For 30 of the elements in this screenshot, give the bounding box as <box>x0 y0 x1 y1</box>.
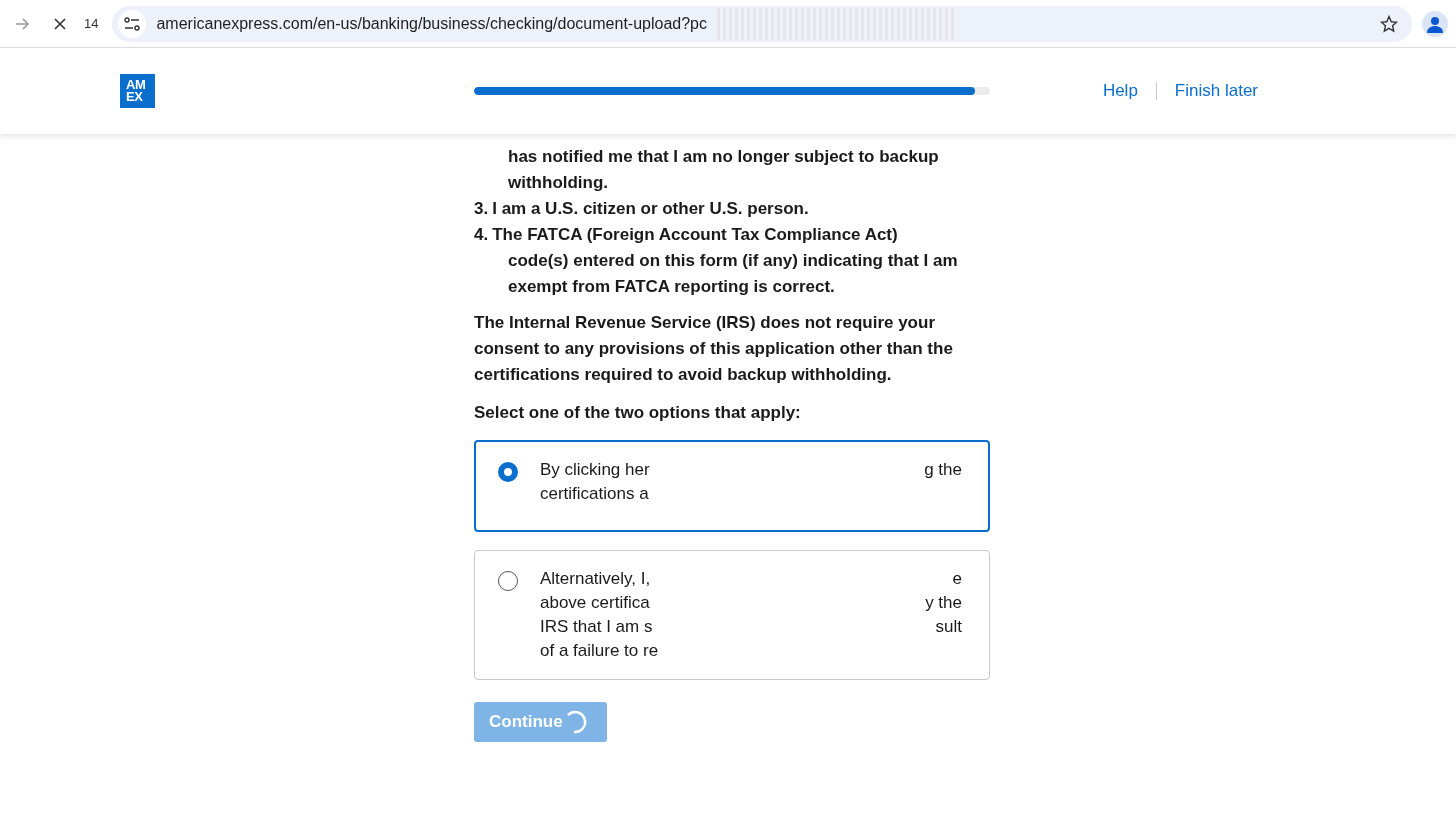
options-prompt: Select one of the two options that apply: <box>474 402 802 424</box>
option-text: of a failure to re <box>540 640 659 662</box>
option-card[interactable]: By clicking her g the certifications a <box>474 440 990 532</box>
option-text: above certifica <box>540 592 650 614</box>
option-text: Alternatively, I, <box>540 568 651 590</box>
option-text: IRS that I am s <box>540 616 653 638</box>
radio-button[interactable] <box>498 462 518 482</box>
list-number: 4. <box>474 225 490 244</box>
irs-note: The Internal Revenue Service (IRS) does not require your consent to any provisions of this application other than the certifications required to avoid backup withholding. <box>474 312 954 386</box>
option-text: certifications a <box>540 483 649 505</box>
option-text: sult <box>935 616 962 638</box>
help-link[interactable]: Help <box>1102 81 1138 101</box>
profile-icon[interactable] <box>1422 10 1448 37</box>
option-text: g the <box>924 459 962 481</box>
list-number: 3. <box>474 199 490 218</box>
radio-button[interactable] <box>498 571 518 591</box>
certification-text: I am a U.S. citizen or other U.S. person. <box>492 199 809 218</box>
certification-text: The FATCA (Foreign Account Tax Compliance Act) code(s) entered on this form (if any) indicating that I am exempt from FATCA reporting is correct. <box>492 225 958 296</box>
logo[interactable]: AM EX <box>120 74 155 108</box>
option-text: e <box>952 568 962 590</box>
address-bar[interactable]: americanexpress.com/en-us/banking/business/checking/document-upload?pc <box>112 5 1412 42</box>
option-card[interactable]: Alternatively, I, e above certifica y the IRS that I am s sult of a failure to re <box>474 550 990 680</box>
option-text: y the <box>925 592 962 614</box>
url-text: americanexpress.com/en-us/banking/business/checking/document-upload?pc <box>156 14 707 33</box>
certification-text: has notified me that I am no longer subject to backup withholding. <box>508 147 939 192</box>
finish-later-link[interactable]: Finish later <box>1174 81 1258 101</box>
option-text: By clicking her <box>540 459 650 481</box>
tab-count: 14 <box>84 16 99 31</box>
site-settings-icon[interactable] <box>118 9 147 38</box>
star-icon[interactable] <box>1380 14 1398 33</box>
